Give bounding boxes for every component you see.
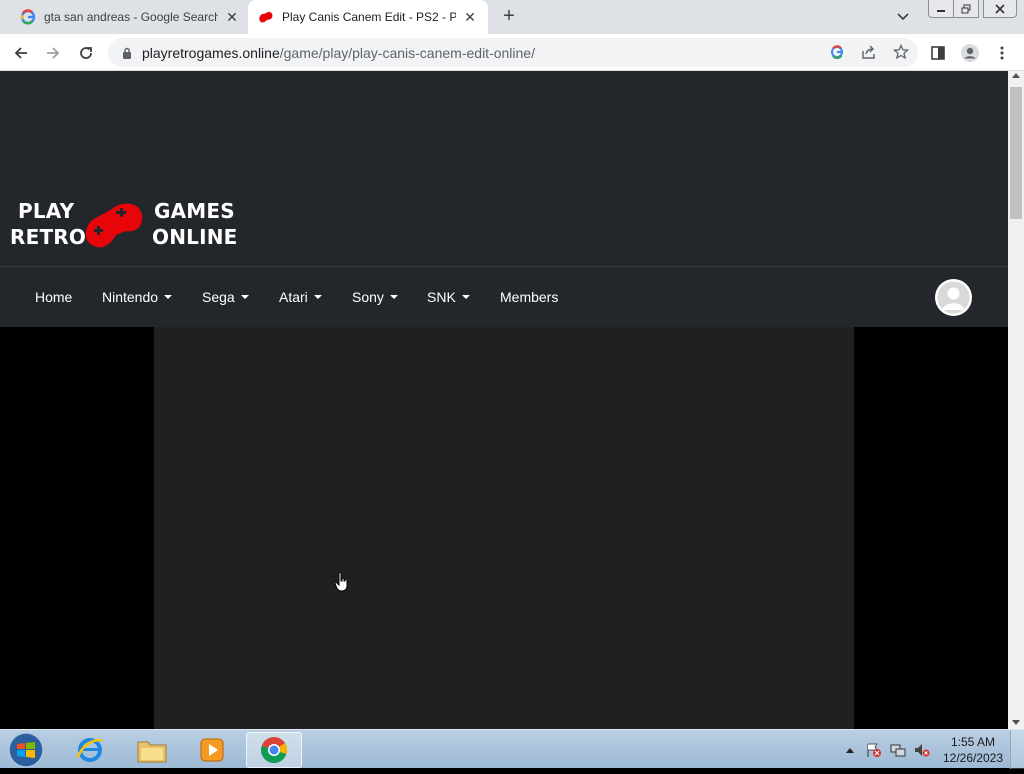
restore-window-button[interactable]: [953, 0, 979, 18]
network-icon[interactable]: [890, 742, 906, 758]
nav-snk[interactable]: SNK: [427, 267, 470, 327]
minimize-window-button[interactable]: [928, 0, 954, 18]
nav-sega[interactable]: Sega: [202, 267, 249, 327]
share-icon[interactable]: [860, 43, 878, 61]
profile-button[interactable]: [957, 40, 983, 66]
nav-sony[interactable]: Sony: [352, 267, 398, 327]
scroll-up-icon[interactable]: [1012, 73, 1020, 78]
clock-date: 12/26/2023: [942, 751, 1004, 765]
nav-atari[interactable]: Atari: [279, 267, 322, 327]
taskbar-clock[interactable]: 1:55 AM 12/26/2023: [936, 734, 1010, 766]
retro-gamepad-icon: [258, 9, 274, 25]
nav-label: Members: [500, 289, 559, 305]
site-header: PLAY RETRO GAMES ONLINE: [0, 71, 1008, 266]
tab-title: gta san andreas - Google Search: [44, 10, 218, 24]
site-logo[interactable]: PLAY RETRO GAMES ONLINE: [10, 197, 240, 253]
tab-strip: gta san andreas - Google Search ✕ Play C…: [0, 0, 1024, 34]
caret-down-icon: [313, 295, 322, 299]
google-lens-icon[interactable]: [828, 43, 846, 61]
scroll-down-icon[interactable]: [1012, 720, 1020, 725]
caret-down-icon: [389, 295, 398, 299]
nav-label: Nintendo: [102, 289, 159, 305]
close-tab-icon[interactable]: ✕: [224, 9, 240, 25]
user-avatar-icon[interactable]: [935, 279, 972, 316]
taskbar-chrome[interactable]: [246, 732, 302, 768]
reload-icon: [80, 47, 92, 59]
tab-search-chevron-icon[interactable]: [896, 9, 914, 25]
show-desktop-button[interactable]: [1010, 730, 1024, 769]
address-bar[interactable]: playretrogames.online/game/play/play-can…: [108, 38, 918, 67]
caret-down-icon: [240, 295, 249, 299]
nav-label: Sony: [352, 289, 384, 305]
side-panel-button[interactable]: [925, 40, 951, 66]
scrollbar-thumb[interactable]: [1010, 87, 1022, 219]
google-icon: [20, 9, 36, 25]
logo-word-games: GAMES: [154, 199, 235, 223]
profile-icon: [961, 44, 979, 62]
browser-toolbar: playretrogames.online/game/play/play-can…: [0, 34, 1024, 71]
url-text: playretrogames.online/game/play/play-can…: [142, 45, 535, 61]
taskbar-file-explorer[interactable]: [124, 732, 180, 768]
logo-word-retro: RETRO: [10, 225, 87, 249]
new-tab-button[interactable]: +: [498, 6, 520, 27]
url-path: /game/play/play-canis-canem-edit-online/: [279, 44, 535, 61]
tab-title: Play Canis Canem Edit - PS2 - Pla: [282, 10, 456, 24]
internet-explorer-icon: [76, 738, 103, 762]
hand-cursor-icon: [335, 572, 348, 592]
close-tab-icon[interactable]: ✕: [462, 9, 478, 25]
taskbar-internet-explorer[interactable]: [62, 732, 118, 768]
file-explorer-icon: [137, 741, 167, 763]
nav-nintendo[interactable]: Nintendo: [102, 267, 173, 327]
taskbar-media-player[interactable]: [184, 732, 240, 768]
forward-button[interactable]: [40, 40, 66, 66]
nav-label: Home: [35, 289, 73, 305]
web-page: PLAY RETRO GAMES ONLINE Home Nintendo Se…: [0, 71, 1008, 729]
action-center-flag-icon[interactable]: [866, 742, 882, 758]
url-domain: playretrogames.online: [142, 44, 280, 61]
system-tray: [842, 730, 930, 769]
nav-home[interactable]: Home: [35, 267, 72, 327]
bookmark-star-icon[interactable]: [892, 43, 910, 61]
windows-taskbar: 1:55 AM 12/26/2023: [0, 729, 1024, 769]
show-hidden-icons-icon[interactable]: [842, 742, 858, 758]
back-button[interactable]: [8, 40, 34, 66]
kebab-menu-icon: [1000, 46, 1004, 60]
tab-play-canis-canem[interactable]: Play Canis Canem Edit - PS2 - Pla ✕: [248, 0, 488, 34]
volume-muted-icon[interactable]: [914, 742, 930, 758]
nav-label: Sega: [202, 289, 235, 305]
reload-button[interactable]: [73, 40, 99, 66]
side-panel-icon: [931, 46, 945, 60]
chrome-menu-button[interactable]: [989, 40, 1015, 66]
nav-label: SNK: [427, 289, 456, 305]
game-player[interactable]: [154, 327, 854, 729]
tab-google-search[interactable]: gta san andreas - Google Search ✕: [12, 0, 248, 34]
media-player-icon: [200, 738, 224, 762]
caret-down-icon: [164, 295, 173, 299]
chrome-icon: [261, 737, 287, 764]
nav-label: Atari: [279, 289, 308, 305]
logo-word-play: PLAY: [18, 199, 75, 223]
arrow-right-icon: [47, 47, 60, 59]
lock-icon[interactable]: [112, 47, 142, 59]
caret-down-icon: [461, 295, 470, 299]
clock-time: 1:55 AM: [950, 735, 996, 749]
windows-logo-icon: [8, 732, 44, 768]
nav-members[interactable]: Members: [500, 267, 558, 327]
start-button[interactable]: [6, 731, 46, 769]
logo-word-online: ONLINE: [152, 225, 238, 249]
close-window-button[interactable]: [983, 0, 1017, 18]
main-nav: Home Nintendo Sega Atari Sony SNK Member…: [0, 266, 1008, 327]
red-gamepad-icon: [85, 203, 143, 248]
arrow-left-icon: [14, 47, 27, 59]
page-scrollbar[interactable]: [1008, 71, 1024, 729]
